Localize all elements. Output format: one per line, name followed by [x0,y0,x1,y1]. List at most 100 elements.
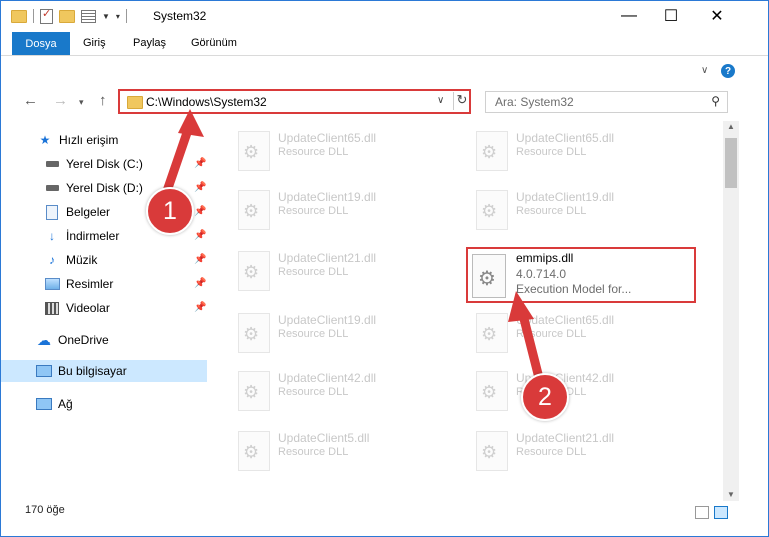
sidebar-item-label: Bu bilgisayar [58,364,127,378]
cloud-icon: ☁ [37,331,51,348]
tab-home[interactable]: Giriş [83,37,106,49]
recent-locations-icon[interactable]: ▾ [79,97,84,108]
back-arrow-icon[interactable]: ← [23,92,38,109]
sidebar-item-videos[interactable]: Videolar 📌 [1,297,207,319]
title-bar: ▼ ▾ System32 — ☐ ✕ [1,1,768,31]
dll-file-icon [238,190,270,230]
help-icon[interactable]: ? [721,64,735,78]
sidebar-item-label: Hızlı erişim [59,133,119,147]
file-name: UpdateClient19.dll [516,190,615,204]
file-type: Resource DLL [278,328,349,340]
pin-icon: 📌 [194,278,207,289]
dll-file-icon [476,190,508,230]
folder-icon [11,9,27,23]
sidebar-item-disk-c[interactable]: Yerel Disk (C:) 📌 [1,153,207,175]
customize-toolbar-icon[interactable]: ▾ [116,12,120,21]
list-item[interactable]: UpdateClient42.dll Resource DLL [234,365,444,413]
new-folder-icon[interactable] [59,9,75,23]
drive-icon [44,181,60,195]
sidebar-item-pictures[interactable]: Resimler 📌 [1,273,207,295]
list-item[interactable]: UpdateClient21.dll Resource DLL [234,245,444,293]
highlighted-file-emmips[interactable]: emmips.dll 4.0.714.0 Execution Model for… [466,247,696,303]
ribbon-tabs [1,31,768,56]
step-badge-1: 1 [146,187,194,235]
tab-file[interactable]: Dosya [12,32,70,55]
file-type: Resource DLL [278,266,349,278]
list-item[interactable]: UpdateClient19.dll Resource DLL [472,184,682,232]
scroll-up-icon[interactable]: ▲ [727,122,735,131]
search-icon[interactable]: ⚲ [711,94,720,108]
pin-icon: 📌 [194,230,207,241]
sidebar-item-label: Videolar [66,301,110,315]
chevron-down-icon[interactable]: ∨ [437,95,444,106]
pin-icon: 📌 [194,182,207,193]
list-item[interactable]: UpdateClient5.dll Resource DLL [234,425,444,473]
file-type: Resource DLL [516,205,587,217]
step-badge-2: 2 [521,373,569,421]
address-bar[interactable]: C:\Windows\System32 ∨ ↻ [118,89,471,114]
list-item[interactable]: UpdateClient42.dll Resource DLL [472,365,682,413]
file-list: UpdateClient65.dll Resource DLL UpdateCl… [208,121,723,501]
sidebar-item-label: Belgeler [66,205,111,219]
file-name: UpdateClient65.dll [516,313,615,327]
refresh-icon[interactable]: ↻ [453,92,470,110]
network-icon [36,397,52,411]
file-name: UpdateClient42.dll [278,371,377,385]
toolbar-divider [33,9,34,23]
search-input[interactable]: Ara: System32 ⚲ [485,91,728,113]
list-item[interactable]: UpdateClient19.dll Resource DLL [234,184,444,232]
sidebar-item-label: Müzik [66,253,98,267]
pin-icon: 📌 [194,206,207,217]
list-item[interactable]: UpdateClient65.dll Resource DLL [234,125,444,173]
file-type: Resource DLL [278,205,349,217]
sidebar-item-quick-access[interactable]: ★ Hızlı erişim [1,129,207,151]
quick-access-toolbar: ▼ ▾ [11,7,127,25]
chevron-down-icon[interactable]: ▼ [102,12,110,21]
forward-arrow-icon[interactable]: → [53,92,68,109]
vertical-scrollbar[interactable]: ▲ ▼ [723,121,739,501]
sidebar-item-this-pc[interactable]: Bu bilgisayar [1,360,207,382]
file-description: Execution Model for... [516,282,632,296]
file-name: UpdateClient65.dll [278,131,377,145]
list-item[interactable]: UpdateClient65.dll Resource DLL [472,307,682,355]
ribbon-expand-icon[interactable]: ∨ [701,65,708,76]
documents-icon [44,204,60,220]
tab-view[interactable]: Görünüm [191,37,237,49]
scroll-thumb[interactable] [725,138,737,188]
maximize-button[interactable]: ☐ [648,1,694,31]
video-icon [44,301,60,315]
address-path[interactable]: C:\Windows\System32 [146,95,267,109]
download-icon: ↓ [49,229,55,243]
list-item[interactable]: UpdateClient65.dll Resource DLL [472,125,682,173]
dll-file-icon [238,431,270,471]
sidebar-item-label: OneDrive [58,333,109,347]
details-view-icon[interactable] [695,506,709,519]
scroll-down-icon[interactable]: ▼ [727,490,735,499]
view-options-icon[interactable] [81,9,96,23]
pin-icon: 📌 [194,254,207,265]
list-item[interactable]: UpdateClient19.dll Resource DLL [234,307,444,355]
dll-file-icon [472,254,506,298]
sidebar-item-music[interactable]: ♪ Müzik 📌 [1,249,207,271]
properties-icon[interactable] [40,7,53,24]
dll-file-icon [476,431,508,471]
sidebar-item-network[interactable]: Ağ [1,393,207,415]
tab-share[interactable]: Paylaş [133,37,166,49]
file-type: Resource DLL [516,146,587,158]
dll-file-icon [238,371,270,411]
file-type: Resource DLL [516,446,587,458]
sidebar-item-onedrive[interactable]: ☁ OneDrive [1,329,207,351]
file-name: UpdateClient65.dll [516,131,615,145]
sidebar-item-label: Resimler [66,277,114,291]
star-icon: ★ [39,133,51,147]
up-arrow-icon[interactable]: ↑ [99,92,107,109]
sidebar-item-label: Ağ [58,397,73,411]
tiles-view-icon[interactable] [714,506,728,519]
file-name: UpdateClient21.dll [278,251,377,265]
close-button[interactable]: ✕ [694,1,740,31]
toolbar-divider [125,9,127,23]
pin-icon: 📌 [194,302,207,313]
minimize-button[interactable]: — [606,1,652,31]
dll-file-icon [476,313,508,353]
list-item[interactable]: UpdateClient21.dll Resource DLL [472,425,682,473]
